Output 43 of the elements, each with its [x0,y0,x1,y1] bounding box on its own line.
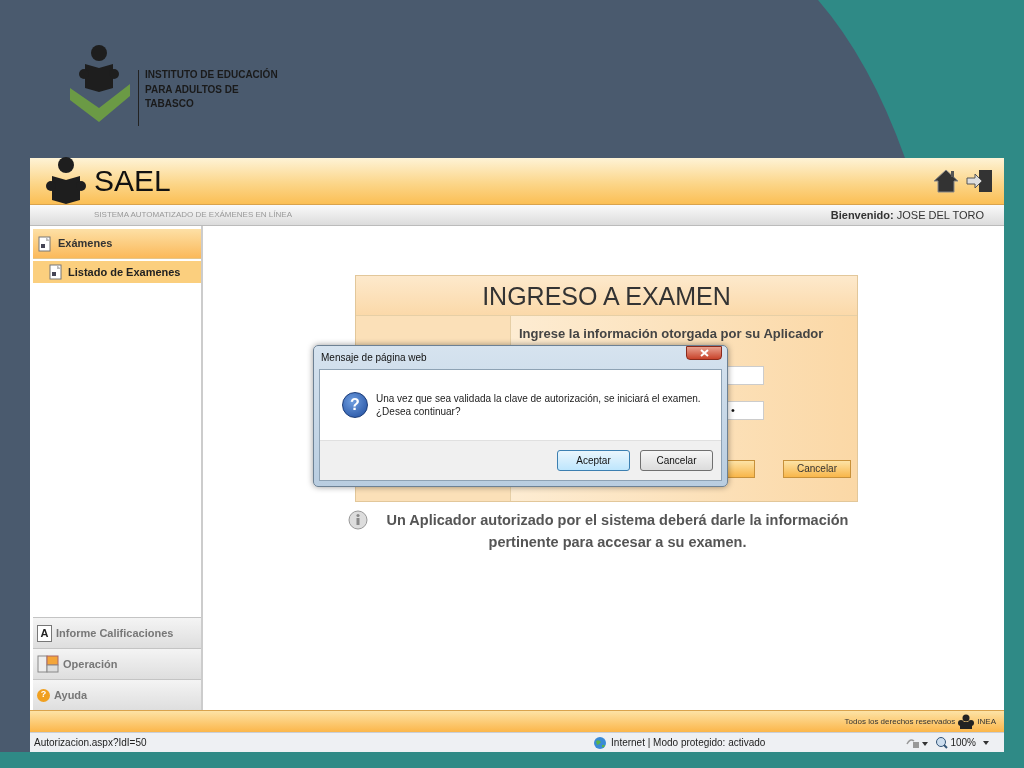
dialog-title: Mensaje de página web [320,351,427,365]
home-icon[interactable] [932,168,960,194]
security-zone-text: Internet | Modo protegido: activado [611,736,766,750]
sidebar-item[interactable]: A Informe Calificaciones [33,617,201,648]
info-icon [348,510,368,530]
welcome-text: Bienvenido: JOSE DEL TORO [830,207,984,223]
people-icon [957,713,976,730]
sidebar-item[interactable]: Listado de Examenes [33,261,201,283]
rights-text: Todos los derechos reservados [844,715,956,728]
panels-icon [37,654,59,674]
dialog-button[interactable]: Cancelar [640,450,713,471]
sidebar-section[interactable]: Exámenes [33,229,201,259]
zoom-icon [935,736,949,749]
letter-icon: A [37,624,52,642]
sidebar-item[interactable]: ? Ayuda [33,679,201,710]
sidebar-item[interactable]: Operación [33,648,201,679]
cancel-button[interactable]: Cancelar [783,459,851,478]
instruction-text: Ingrese la información otorgada por su Aplicador [519,325,825,343]
dropdown-icon[interactable] [982,739,990,746]
close-button[interactable] [686,346,722,360]
input-field[interactable] [727,365,764,385]
app-title: SAEL [94,166,171,196]
globe-icon [593,735,608,750]
question-icon: ? [342,392,368,418]
reader-logo-icon [44,156,88,206]
close-icon [699,349,709,357]
document-icon [38,235,52,252]
organization-name: INSTITUTO DE EDUCACIÓN PARA ADULTOS DE TABASCO [145,68,279,111]
lock-dropdown-icon[interactable] [905,736,930,749]
dialog-message: ¿Desea continuar? [376,405,462,418]
document-icon [49,264,63,280]
form-title: INGRESO A EXAMEN [356,276,857,316]
system-subtitle: SISTEMA AUTOMATIZADO DE EXÁMENES EN LÍNEA [94,209,292,221]
password-field[interactable]: • [727,400,764,420]
dialog-button[interactable]: Aceptar [557,450,630,471]
exit-icon[interactable] [966,168,994,194]
zoom-control[interactable]: 100% [935,735,976,750]
logo-icon [68,44,132,124]
dialog-message: Una vez que sea validada la clave de autorización, se iniciará el examen. [376,392,701,405]
info-text: Un Aplicador autorizado por el sistema deberá darle la información pertinente para accesar a su examen. [385,511,850,552]
status-url: Autorizacion.aspx?IdI=50 [34,736,147,750]
help-icon: ? [37,688,50,702]
brand-text: INEA [977,715,996,728]
